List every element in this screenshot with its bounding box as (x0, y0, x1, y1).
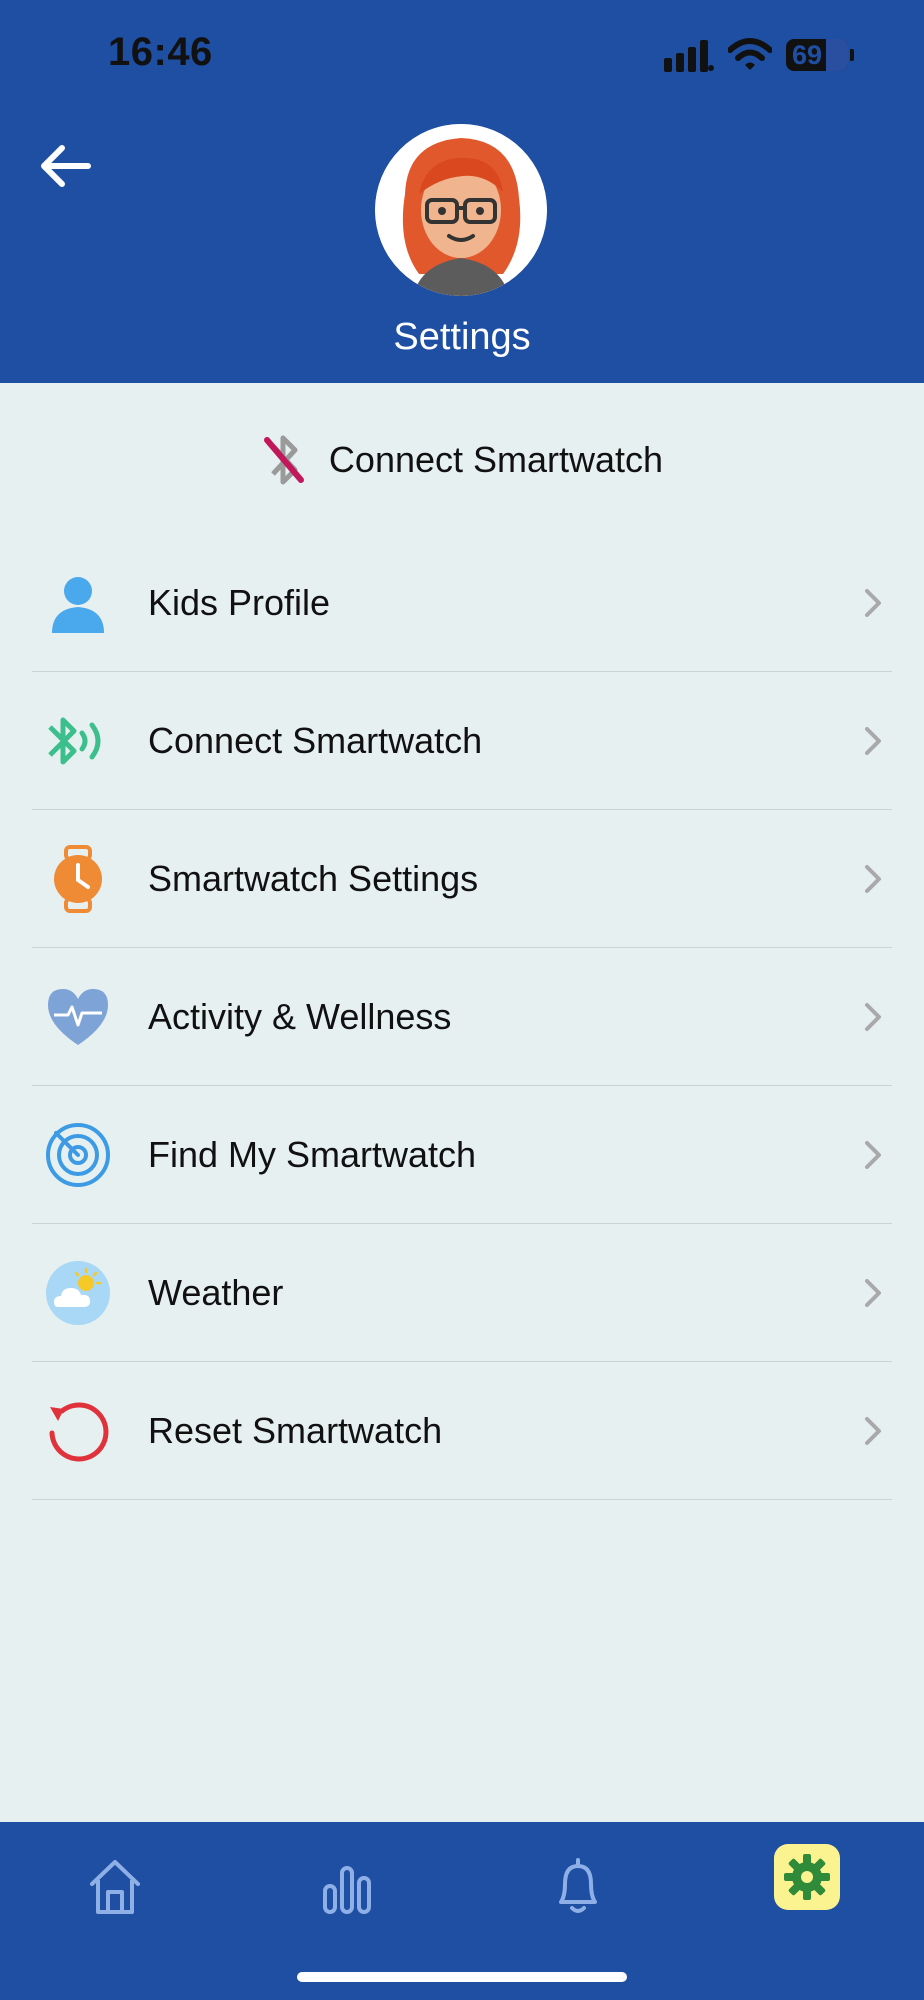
connect-banner-label: Connect Smartwatch (328, 439, 664, 480)
heart-pulse-icon (48, 988, 108, 1045)
connect-smartwatch-banner[interactable]: Connect Smartwatch (0, 430, 924, 490)
tab-stats[interactable] (312, 1852, 382, 1922)
cellular-signal-icon (664, 40, 714, 72)
chevron-right-icon (865, 588, 881, 617)
menu-item-label: Find My Smartwatch (148, 1133, 477, 1175)
avatar-illustration (375, 124, 547, 296)
person-icon (52, 576, 104, 633)
status-time: 16:46 (108, 30, 213, 74)
battery-level: 69 (792, 40, 823, 70)
page-title: Settings (393, 316, 531, 358)
back-button[interactable] (36, 136, 96, 196)
home-icon (90, 1860, 140, 1914)
watch-icon (54, 844, 102, 913)
menu-item-smartwatch-settings[interactable]: Smartwatch Settings (32, 810, 892, 948)
chevron-right-icon (865, 1140, 881, 1169)
menu-item-label: Kids Profile (148, 581, 331, 623)
wifi-icon (728, 38, 772, 70)
menu-item-find-my-smartwatch[interactable]: Find My Smartwatch (32, 1086, 892, 1224)
arrow-left-icon (41, 145, 91, 187)
bluetooth-signal-icon (48, 717, 101, 764)
chevron-right-icon (865, 1416, 881, 1445)
reset-icon (49, 1402, 109, 1461)
bluetooth-disconnected-icon (263, 435, 304, 485)
menu-item-label: Activity & Wellness (148, 995, 452, 1037)
tab-home[interactable] (80, 1852, 150, 1922)
menu-item-label: Connect Smartwatch (148, 719, 483, 761)
chevron-right-icon (865, 1278, 881, 1307)
chevron-right-icon (865, 864, 881, 893)
tab-notifications[interactable] (543, 1852, 613, 1922)
tab-settings[interactable] (774, 1844, 840, 1910)
avatar[interactable] (375, 124, 547, 296)
menu-item-activity-wellness[interactable]: Activity & Wellness (32, 948, 892, 1086)
menu-item-connect-smartwatch[interactable]: Connect Smartwatch (32, 672, 892, 810)
menu-item-reset-smartwatch[interactable]: Reset Smartwatch (32, 1362, 892, 1500)
radar-icon (46, 1122, 110, 1187)
bell-icon (559, 1858, 597, 1913)
menu-item-label: Reset Smartwatch (148, 1409, 443, 1451)
weather-icon (46, 1260, 110, 1325)
gear-icon (784, 1854, 830, 1900)
bar-chart-icon (323, 1866, 371, 1914)
menu-item-label: Smartwatch Settings (148, 857, 479, 899)
chevron-right-icon (865, 1002, 881, 1031)
chevron-right-icon (865, 726, 881, 755)
battery-cap (850, 49, 854, 61)
menu-item-label: Weather (148, 1271, 284, 1313)
settings-menu: Kids Profile Connect Smartwatch Smartwat… (32, 534, 892, 1500)
menu-item-kids-profile[interactable]: Kids Profile (32, 534, 892, 672)
menu-item-weather[interactable]: Weather (32, 1224, 892, 1362)
home-indicator (297, 1972, 627, 1982)
battery-icon: 69 (786, 39, 848, 71)
